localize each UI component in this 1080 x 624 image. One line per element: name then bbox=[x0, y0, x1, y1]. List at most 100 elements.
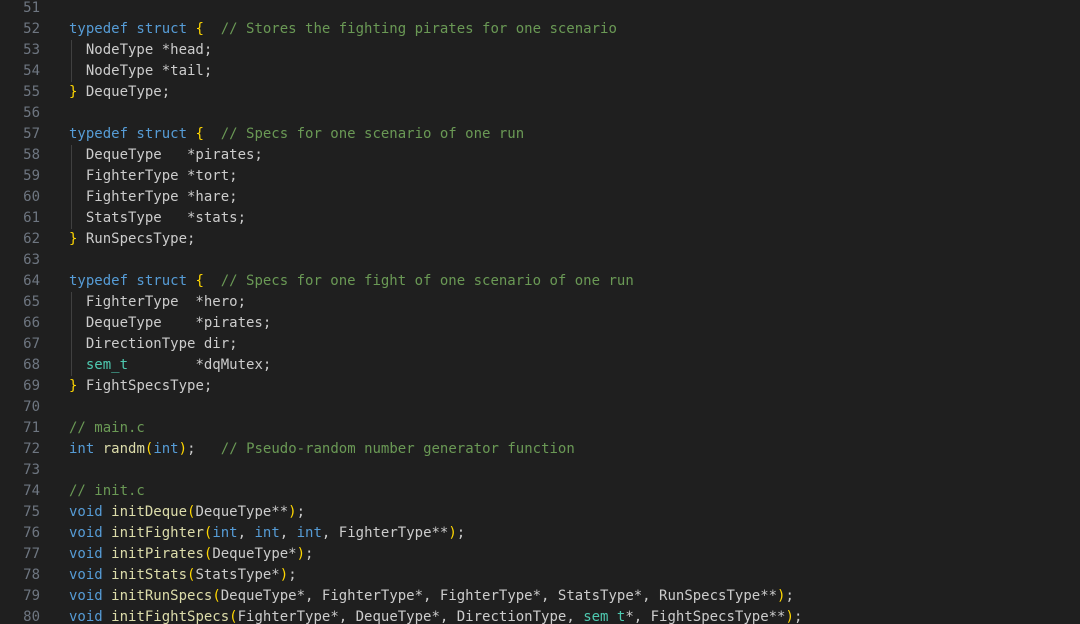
code-line[interactable]: 66 DequeType *pirates; bbox=[0, 313, 1080, 334]
code-line[interactable]: 65 FighterType *hero; bbox=[0, 292, 1080, 313]
code-line[interactable]: 72 int randm(int); // Pseudo-random numbe… bbox=[0, 439, 1080, 460]
code-token: DequeType* bbox=[212, 546, 297, 562]
code-text: typedef struct { // Specs for one fight … bbox=[69, 271, 634, 292]
code-line[interactable]: 58 DequeType *pirates; bbox=[0, 145, 1080, 166]
code-token: ) bbox=[296, 546, 306, 562]
code-line[interactable]: 76 void initFighter(int, int, int, Fighte… bbox=[0, 523, 1080, 544]
code-token: // Stores the fighting pirates for one s… bbox=[220, 21, 617, 37]
code-text: FighterType *hero; bbox=[69, 292, 246, 313]
code-token: int bbox=[296, 525, 322, 541]
code-line[interactable]: 77 void initPirates(DequeType*); bbox=[0, 544, 1080, 565]
code-line[interactable]: 52 typedef struct { // Stores the fightin… bbox=[0, 19, 1080, 40]
line-number: 73 bbox=[23, 462, 40, 478]
code-token: typedef struct bbox=[69, 21, 196, 37]
line-number: 75 bbox=[23, 504, 40, 520]
line-number: 76 bbox=[23, 525, 40, 541]
code-line[interactable]: 64 typedef struct { // Specs for one figh… bbox=[0, 271, 1080, 292]
code-lines: 51 52 typedef struct { // Stores the fight… bbox=[0, 0, 1080, 624]
code-token: ; bbox=[785, 588, 794, 604]
code-token: ( bbox=[229, 609, 238, 624]
line-number: 51 bbox=[23, 0, 40, 16]
code-token: , FighterType** bbox=[321, 525, 449, 541]
line-number: 54 bbox=[23, 63, 40, 79]
code-line[interactable]: 54 NodeType *tail; bbox=[0, 61, 1080, 82]
code-text: // init.c bbox=[69, 481, 145, 502]
code-text: DequeType *pirates; bbox=[69, 313, 271, 334]
code-line[interactable]: 75 void initDeque(DequeType**); bbox=[0, 502, 1080, 523]
code-text: // main.c bbox=[69, 418, 145, 439]
code-token: typedef struct bbox=[69, 273, 196, 289]
code-token: initFightSpecs bbox=[111, 609, 230, 624]
code-text: FighterType *tort; bbox=[69, 166, 238, 187]
code-token: DirectionType dir; bbox=[69, 336, 238, 352]
code-line[interactable]: 73 bbox=[0, 460, 1080, 481]
code-token: ; bbox=[305, 546, 314, 562]
code-token: FighterType*, DequeType*, DirectionType, bbox=[237, 609, 584, 624]
code-text: int randm(int); // Pseudo-random number … bbox=[69, 439, 575, 460]
code-token: FighterType *hero; bbox=[69, 294, 247, 310]
line-number: 72 bbox=[23, 441, 40, 457]
code-token: ) bbox=[178, 441, 188, 457]
code-text: NodeType *head; bbox=[69, 40, 212, 61]
line-number: 65 bbox=[23, 294, 40, 310]
line-number: 80 bbox=[23, 609, 40, 624]
code-line[interactable]: 71 // main.c bbox=[0, 418, 1080, 439]
code-token: { bbox=[195, 126, 204, 142]
code-line[interactable]: 67 DirectionType dir; bbox=[0, 334, 1080, 355]
line-number: 77 bbox=[23, 546, 40, 562]
code-token: ; bbox=[288, 567, 297, 583]
code-text: FighterType *hare; bbox=[69, 187, 238, 208]
line-number: 68 bbox=[23, 357, 40, 373]
line-number: 69 bbox=[23, 378, 40, 394]
code-token: // Pseudo-random number generator functi… bbox=[220, 441, 575, 457]
code-editor[interactable]: 51 52 typedef struct { // Stores the fight… bbox=[0, 0, 1080, 624]
code-text: NodeType *tail; bbox=[69, 61, 212, 82]
line-number: 59 bbox=[23, 168, 40, 184]
code-line[interactable]: 74 // init.c bbox=[0, 481, 1080, 502]
code-line[interactable]: 62} RunSpecsType; bbox=[0, 229, 1080, 250]
code-token: , bbox=[237, 525, 255, 541]
code-token: ) bbox=[288, 504, 297, 520]
line-number: 78 bbox=[23, 567, 40, 583]
code-text: void initFightSpecs(FighterType*, DequeT… bbox=[69, 607, 802, 624]
code-line[interactable]: 61 StatsType *stats; bbox=[0, 208, 1080, 229]
code-token: StatsType* bbox=[195, 567, 280, 583]
code-token: // main.c bbox=[69, 420, 145, 436]
code-token: StatsType *stats; bbox=[69, 210, 247, 226]
code-token: *, FightSpecsType** bbox=[625, 609, 786, 624]
code-line[interactable]: 60 FighterType *hare; bbox=[0, 187, 1080, 208]
code-line[interactable]: 80 void initFightSpecs(FighterType*, Dequ… bbox=[0, 607, 1080, 624]
code-line[interactable]: 68 sem_t *dqMutex; bbox=[0, 355, 1080, 376]
code-line[interactable]: 70 bbox=[0, 397, 1080, 418]
code-line[interactable]: 56 bbox=[0, 103, 1080, 124]
code-line[interactable]: 53 NodeType *head; bbox=[0, 40, 1080, 61]
code-token: ; bbox=[456, 525, 466, 541]
code-line[interactable]: 59 FighterType *tort; bbox=[0, 166, 1080, 187]
code-line[interactable]: 57 typedef struct { // Specs for one scen… bbox=[0, 124, 1080, 145]
code-line[interactable]: 63 bbox=[0, 250, 1080, 271]
code-token: void bbox=[69, 504, 103, 520]
code-token: void bbox=[69, 546, 103, 562]
code-token: { bbox=[195, 273, 204, 289]
code-token: DequeType; bbox=[77, 84, 171, 100]
code-line[interactable]: 51 bbox=[0, 0, 1080, 19]
code-token: initDeque bbox=[111, 504, 188, 520]
code-line[interactable]: 78 void initStats(StatsType*); bbox=[0, 565, 1080, 586]
code-text: sem_t *dqMutex; bbox=[69, 355, 271, 376]
code-token: FightSpecsType; bbox=[77, 378, 213, 394]
line-number: 58 bbox=[23, 147, 40, 163]
code-token: NodeType *tail; bbox=[69, 63, 213, 79]
code-text: DirectionType dir; bbox=[69, 334, 238, 355]
code-line[interactable]: 69} FightSpecsType; bbox=[0, 376, 1080, 397]
code-line[interactable]: 79 void initRunSpecs(DequeType*, FighterT… bbox=[0, 586, 1080, 607]
code-token: ) bbox=[279, 567, 289, 583]
code-token: // Specs for one scenario of one run bbox=[220, 126, 525, 142]
code-line[interactable]: 55} DequeType; bbox=[0, 82, 1080, 103]
code-token: , bbox=[279, 525, 297, 541]
